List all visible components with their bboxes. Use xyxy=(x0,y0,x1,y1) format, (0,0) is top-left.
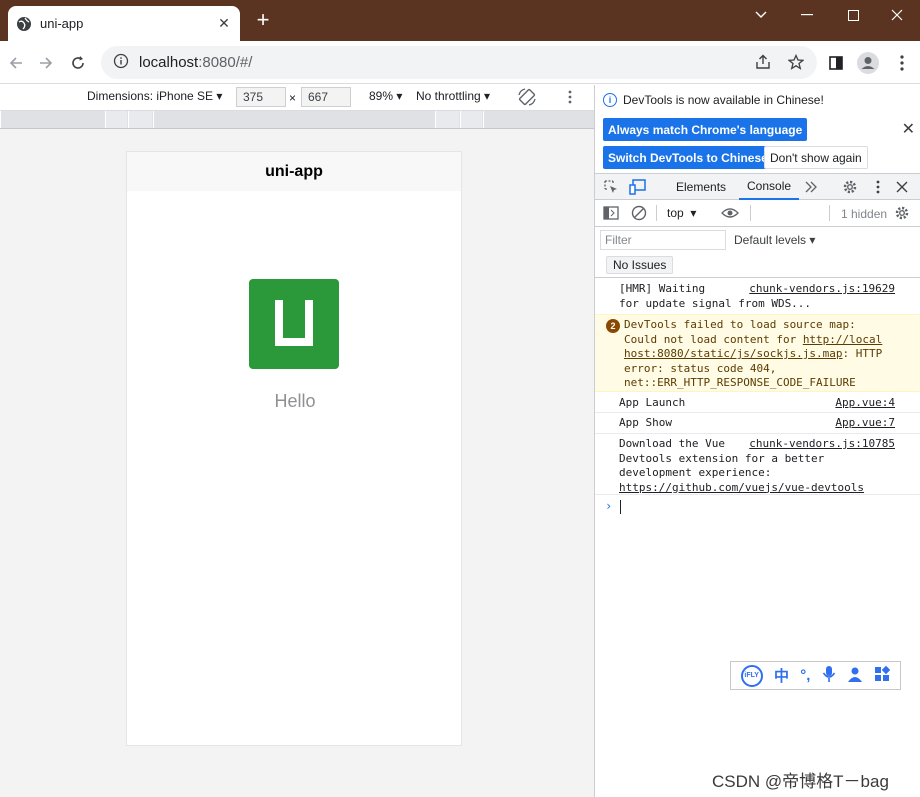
warning-count-badge: 2 xyxy=(606,319,620,333)
bookmark-star-icon[interactable] xyxy=(787,53,805,71)
width-input[interactable]: 375 xyxy=(236,87,286,107)
rotate-icon[interactable] xyxy=(517,87,537,110)
globe-icon xyxy=(16,16,32,32)
forward-arrow-icon[interactable] xyxy=(34,51,58,75)
tab-title: uni-app xyxy=(40,16,84,31)
console-filter-row: Filter Default levels ▾ xyxy=(595,227,920,253)
vue-devtools-link[interactable]: https://github.com/vuejs/vue-devtools xyxy=(619,481,864,494)
tab-console[interactable]: Console xyxy=(739,174,800,200)
new-tab-button[interactable]: + xyxy=(252,9,274,32)
microphone-icon[interactable] xyxy=(822,665,836,687)
console-filter-input[interactable]: Filter xyxy=(600,230,726,250)
sourcemap-link[interactable]: http://local xyxy=(803,333,882,346)
live-expression-eye-icon[interactable] xyxy=(721,204,739,222)
hidden-count: 1 hidden xyxy=(841,207,888,221)
uni-app-logo xyxy=(249,279,339,369)
issues-row: No Issues xyxy=(595,253,920,278)
no-issues-button[interactable]: No Issues xyxy=(606,256,674,274)
console-input-cursor[interactable] xyxy=(620,500,621,514)
sourcemap-link-cont[interactable]: host:8080/static/js/sockjs.js.map xyxy=(624,347,843,360)
context-select[interactable]: top ▾ xyxy=(667,206,696,220)
log-levels-select[interactable]: Default levels ▾ xyxy=(734,233,815,247)
height-input[interactable]: 667 xyxy=(301,87,351,107)
throttling-select[interactable]: No throttling ▾ xyxy=(416,89,490,103)
browser-menu-icon[interactable] xyxy=(890,51,914,75)
reload-icon[interactable] xyxy=(66,51,90,75)
match-language-button[interactable]: Always match Chrome's language xyxy=(603,118,808,141)
dimensions-select[interactable]: Dimensions: iPhone SE ▾ xyxy=(87,89,222,103)
clear-console-icon[interactable] xyxy=(630,204,648,222)
console-message: Download the Vue chunk-vendors.js:10785 … xyxy=(595,434,920,495)
info-message: DevTools is now available in Chinese! xyxy=(623,93,824,107)
hello-text: Hello xyxy=(274,391,316,411)
settings-gear-icon[interactable] xyxy=(841,178,859,196)
console-settings-gear-icon[interactable] xyxy=(893,204,911,222)
console-toolbar: top ▾ 1 hidden xyxy=(595,200,920,227)
devtools-language-infobar: i DevTools is now available in Chinese! … xyxy=(595,85,920,173)
devtools-panel: i DevTools is now available in Chinese! … xyxy=(594,85,920,797)
browser-toolbar: localhost:8080/#/ xyxy=(0,41,920,84)
dont-show-again-button[interactable]: Don't show again xyxy=(764,146,868,169)
share-icon[interactable] xyxy=(754,53,772,71)
minimize-icon[interactable] xyxy=(784,0,830,30)
device-emulation-pane: Dimensions: iPhone SE ▾ 375 × 667 89% ▾ … xyxy=(0,85,594,797)
close-devtools-icon[interactable] xyxy=(893,178,911,196)
source-link[interactable]: App.vue:7 xyxy=(835,416,895,431)
punctuation-toggle[interactable]: °, xyxy=(800,667,810,684)
tab-search-icon[interactable] xyxy=(738,0,784,30)
source-link[interactable]: App.vue:4 xyxy=(835,396,895,411)
console-message: App Show App.vue:7 xyxy=(595,413,920,434)
address-bar[interactable]: localhost:8080/#/ xyxy=(101,46,817,79)
app-nav-title: uni-app xyxy=(265,162,323,180)
csdn-watermark: CSDN @帝博格T－bag xyxy=(712,772,889,791)
inspect-element-icon[interactable] xyxy=(602,178,620,196)
console-warning-message: 2 DevTools failed to load source map: Co… xyxy=(595,314,920,392)
devtools-menu-icon[interactable] xyxy=(869,178,887,196)
more-tabs-chevron-icon[interactable] xyxy=(802,178,820,196)
zoom-select[interactable]: 89% ▾ xyxy=(369,89,402,103)
console-message: App Launch App.vue:4 xyxy=(595,393,920,413)
media-query-ruler[interactable] xyxy=(0,111,594,129)
side-panel-icon[interactable] xyxy=(824,51,848,75)
ifly-logo-icon[interactable]: iFLY xyxy=(740,664,763,687)
apps-grid-icon[interactable] xyxy=(874,665,891,686)
ime-toolbar: iFLY 中 °, xyxy=(730,661,901,690)
chinese-mode-toggle[interactable]: 中 xyxy=(774,665,789,686)
user-icon[interactable] xyxy=(847,666,863,686)
back-arrow-icon[interactable] xyxy=(4,51,28,75)
site-info-icon[interactable] xyxy=(113,53,129,72)
window-titlebar: uni-app ✕ + xyxy=(0,0,920,41)
tab-elements[interactable]: Elements xyxy=(668,174,734,200)
devtools-tabbar: Elements Console xyxy=(595,173,920,200)
maximize-icon[interactable] xyxy=(830,0,876,30)
device-toggle-icon[interactable] xyxy=(629,178,647,196)
dimension-times: × xyxy=(289,91,297,105)
device-toolbar: Dimensions: iPhone SE ▾ 375 × 667 89% ▾ … xyxy=(0,85,594,111)
app-navigation-bar: uni-app xyxy=(127,152,461,191)
source-link[interactable]: chunk-vendors.js:19629 xyxy=(749,282,895,297)
device-toolbar-more-icon[interactable] xyxy=(568,90,572,107)
source-link[interactable]: chunk-vendors.js:10785 xyxy=(749,437,895,452)
console-prompt-chevron-icon: › xyxy=(605,499,613,513)
close-infobar-icon[interactable]: ✕ xyxy=(902,119,915,139)
console-message: [HMR] Waiting chunk-vendors.js:19629 for… xyxy=(595,279,920,315)
browser-tab[interactable]: uni-app ✕ xyxy=(8,6,240,41)
close-window-icon[interactable] xyxy=(874,0,920,30)
switch-chinese-button[interactable]: Switch DevTools to Chinese xyxy=(603,146,773,169)
console-sidebar-icon[interactable] xyxy=(602,204,620,222)
info-icon: i xyxy=(603,93,617,107)
profile-avatar-icon[interactable] xyxy=(856,51,880,75)
url-text: localhost:8080/#/ xyxy=(139,54,253,71)
close-tab-icon[interactable]: ✕ xyxy=(216,15,232,32)
emulated-phone-screen: uni-app Hello xyxy=(126,151,462,746)
